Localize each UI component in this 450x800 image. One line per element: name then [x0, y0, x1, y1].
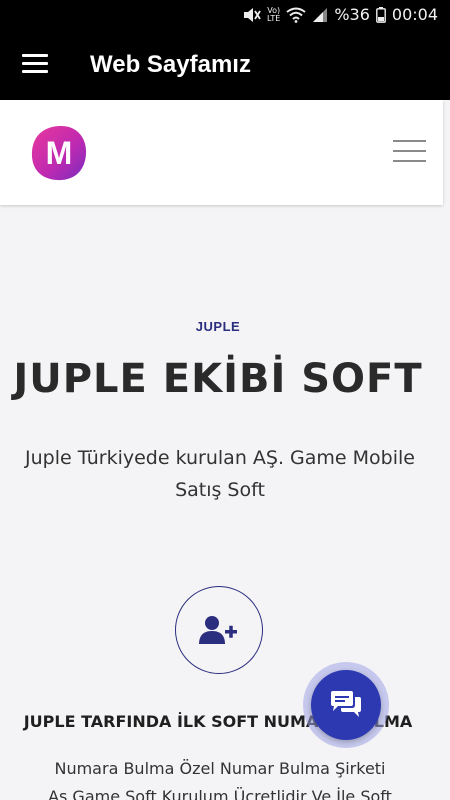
hero-eyebrow: JUPLE — [195, 319, 241, 334]
chat-fab[interactable] — [311, 670, 381, 740]
chat-icon — [331, 691, 361, 717]
feature-text: Numara Bulma Özel Numar Bulma Şirketi As… — [20, 755, 420, 800]
feature-text-line-2: As Game Soft Kurulum Ücretlidir Ve İle S… — [48, 787, 392, 800]
status-bar: Vo) LTE %36 00:04 — [0, 0, 450, 32]
hamburger-icon[interactable] — [393, 140, 426, 164]
wifi-icon — [286, 7, 306, 23]
app-bar-title: Web Sayfamız — [90, 51, 251, 78]
hero-title: JUPLE EKİBİ SOFT — [13, 356, 423, 402]
chat-button[interactable] — [303, 662, 389, 748]
menu-icon[interactable] — [22, 54, 48, 76]
feature-text-line-1: Numara Bulma Özel Numar Bulma Şirketi — [54, 759, 386, 778]
volte-indicator: Vo) LTE — [267, 6, 281, 23]
logo[interactable]: M — [30, 124, 88, 182]
mute-icon — [244, 7, 261, 22]
signal-icon — [313, 7, 328, 22]
clock: 00:04 — [391, 5, 438, 24]
app-bar: Web Sayfamız — [0, 32, 450, 100]
status-icons: Vo) LTE %36 00:04 — [243, 5, 438, 24]
site-header: M — [0, 100, 443, 205]
hero-text: Juple Türkiyede kurulan AŞ. Game Mobile … — [25, 447, 415, 501]
battery-percent: %36 — [334, 5, 370, 24]
feature-icon-circle[interactable] — [175, 586, 263, 674]
volte-bottom-text: LTE — [267, 13, 281, 23]
battery-icon — [375, 6, 386, 23]
user-add-icon — [199, 616, 237, 644]
logo-letter: M — [46, 135, 73, 171]
